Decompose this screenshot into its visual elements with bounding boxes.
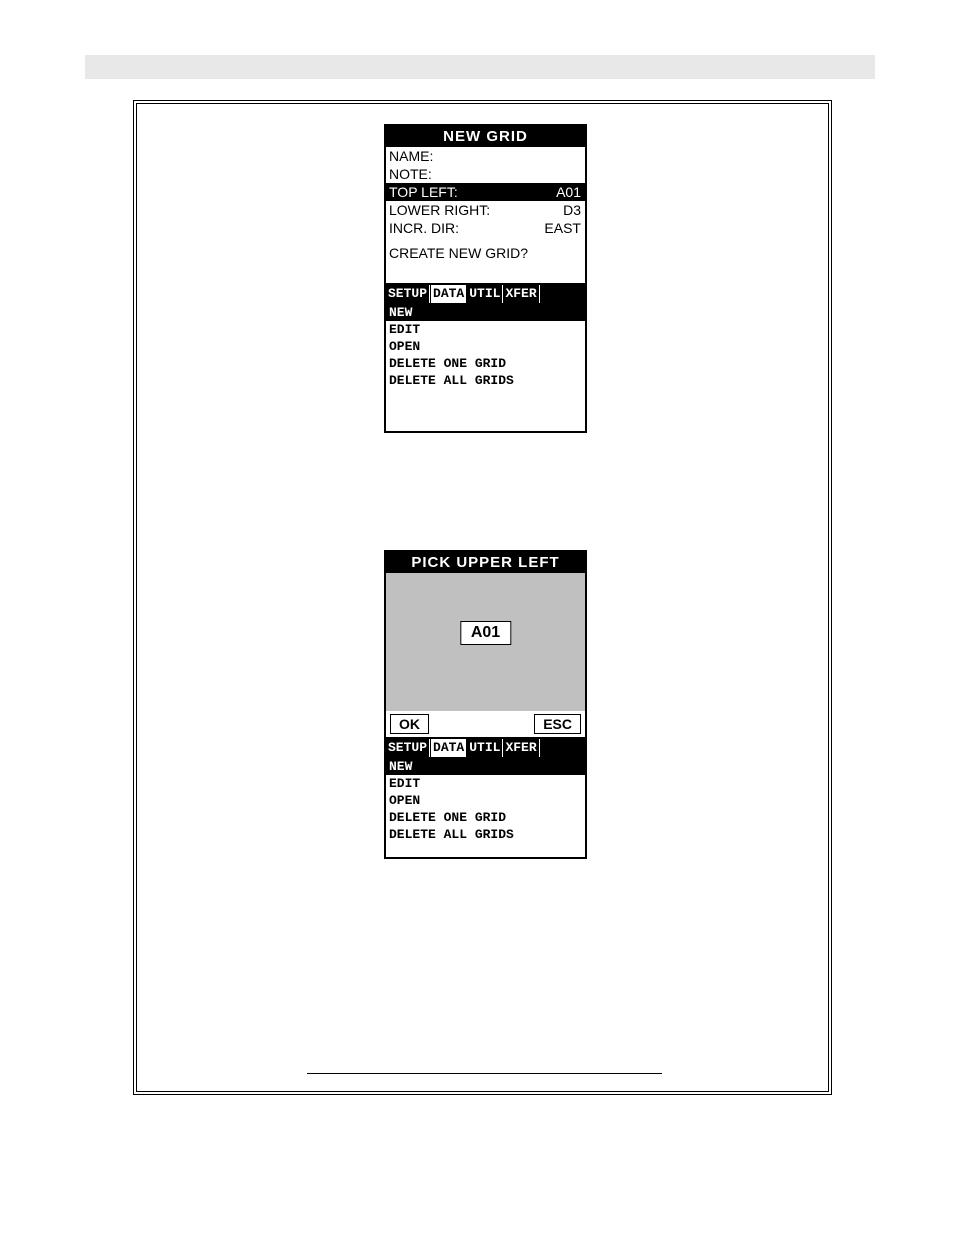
page-top-bar — [85, 55, 875, 79]
button-row: OK ESC — [386, 711, 585, 737]
tab-bar: SETUP DATA UTIL XFER — [386, 285, 585, 303]
footer-rule — [307, 1073, 662, 1074]
menu-open[interactable]: OPEN — [386, 792, 585, 809]
create-prompt: CREATE NEW GRID? — [386, 237, 585, 263]
tab-data[interactable]: DATA — [430, 739, 467, 757]
data-menu: NEW EDIT OPEN DELETE ONE GRID DELETE ALL… — [386, 757, 585, 843]
field-note[interactable]: NOTE: — [386, 165, 585, 183]
tab-setup[interactable]: SETUP — [386, 739, 430, 757]
field-label: NAME: — [389, 148, 433, 164]
field-label: INCR. DIR: — [389, 220, 459, 236]
tab-bar: SETUP DATA UTIL XFER — [386, 739, 585, 757]
menu-edit[interactable]: EDIT — [386, 775, 585, 792]
field-label: LOWER RIGHT: — [389, 202, 490, 218]
data-menu: NEW EDIT OPEN DELETE ONE GRID DELETE ALL… — [386, 303, 585, 389]
field-lower-right[interactable]: LOWER RIGHT: D3 — [386, 201, 585, 219]
tab-xfer[interactable]: XFER — [503, 739, 539, 757]
field-name[interactable]: NAME: — [386, 147, 585, 165]
document-frame: NEW GRID NAME: NOTE: TOP LEFT: A01 LOWER… — [133, 100, 832, 1095]
menu-edit[interactable]: EDIT — [386, 321, 585, 338]
menu-open[interactable]: OPEN — [386, 338, 585, 355]
menu-delete-one[interactable]: DELETE ONE GRID — [386, 809, 585, 826]
screen-title: PICK UPPER LEFT — [386, 552, 585, 573]
menu-delete-one[interactable]: DELETE ONE GRID — [386, 355, 585, 372]
esc-button[interactable]: ESC — [534, 714, 581, 734]
field-top-left[interactable]: TOP LEFT: A01 — [386, 183, 585, 201]
field-value: D3 — [563, 202, 581, 218]
lcd-screen-pick-upper-left: PICK UPPER LEFT A01 OK ESC SETUP DATA UT… — [384, 550, 587, 859]
field-label: TOP LEFT: — [389, 184, 458, 200]
menu-new[interactable]: NEW — [386, 758, 585, 775]
field-label: NOTE: — [389, 166, 432, 182]
tab-xfer[interactable]: XFER — [503, 285, 539, 303]
menu-delete-all[interactable]: DELETE ALL GRIDS — [386, 372, 585, 389]
tab-util[interactable]: UTIL — [467, 739, 503, 757]
lcd-screen-new-grid: NEW GRID NAME: NOTE: TOP LEFT: A01 LOWER… — [384, 124, 587, 433]
tab-data[interactable]: DATA — [430, 285, 467, 303]
pick-area: A01 — [386, 573, 585, 711]
menu-delete-all[interactable]: DELETE ALL GRIDS — [386, 826, 585, 843]
tab-util[interactable]: UTIL — [467, 285, 503, 303]
ok-button[interactable]: OK — [390, 714, 429, 734]
field-incr-dir[interactable]: INCR. DIR: EAST — [386, 219, 585, 237]
field-value: A01 — [556, 184, 581, 200]
tab-setup[interactable]: SETUP — [386, 285, 430, 303]
pick-value[interactable]: A01 — [460, 621, 511, 645]
field-value: EAST — [544, 220, 581, 236]
menu-new[interactable]: NEW — [386, 304, 585, 321]
screen-title: NEW GRID — [386, 126, 585, 147]
